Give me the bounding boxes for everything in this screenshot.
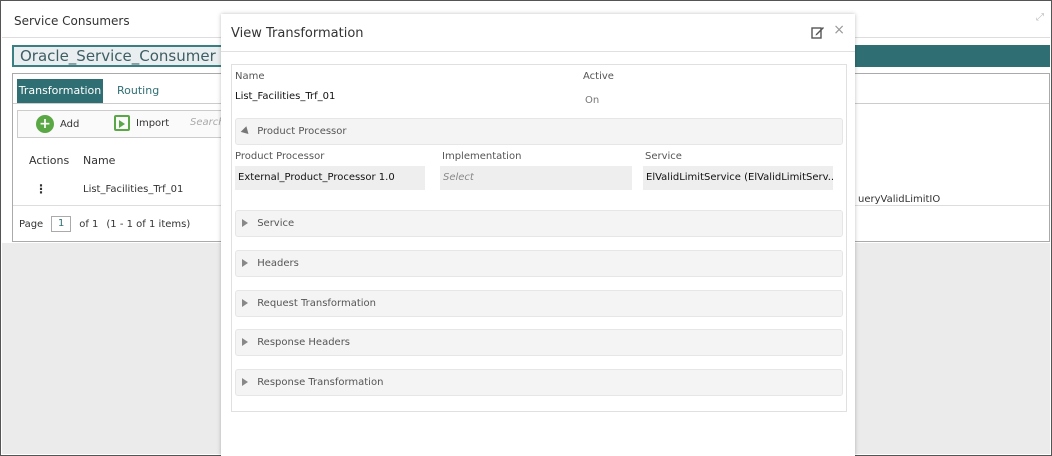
edit-icon[interactable] [811, 25, 825, 39]
import-button[interactable]: Import [114, 115, 169, 131]
toolbar: + Add Import Search [17, 110, 225, 138]
row-actions-menu-icon[interactable]: ⋮ [35, 182, 47, 196]
tab-transformation[interactable]: Transformation [17, 79, 103, 103]
import-icon [114, 115, 130, 131]
name-value: List_Facilities_Trf_01 [235, 91, 336, 102]
service-label: Service [645, 151, 682, 162]
table-row-extra: ueryValidLimitIO [858, 194, 941, 205]
implementation-label: Implementation [442, 151, 522, 162]
page-number-input[interactable]: 1 [51, 216, 72, 232]
breadcrumb[interactable]: Oracle_Service_Consumer [12, 45, 228, 67]
add-button[interactable]: + Add [36, 115, 79, 133]
import-label: Import [136, 117, 170, 129]
search-input[interactable]: Search [190, 117, 225, 128]
service-value: ElValidLimitService (ElValidLimitServ... [643, 166, 833, 190]
pager: Page 1 of 1 (1 - 1 of 1 items) [19, 216, 190, 232]
section-label: Request Transformation [257, 298, 377, 309]
tab-routing[interactable]: Routing [117, 84, 159, 97]
section-label: Response Transformation [257, 377, 384, 388]
collapsed-triangle-icon [242, 259, 248, 267]
section-label: Headers [257, 258, 299, 269]
column-header-name: Name [83, 154, 116, 167]
dialog-title: View Transformation [231, 26, 364, 41]
table-row-name: List_Facilities_Trf_01 [83, 184, 184, 195]
column-header-actions: Actions [29, 154, 70, 167]
view-transformation-dialog: View Transformation × Name List_Faciliti… [221, 14, 855, 456]
pager-of: of 1 [79, 218, 99, 230]
plus-icon: + [36, 115, 54, 133]
product-processor-value: External_Product_Processor 1.0 [235, 166, 425, 190]
collapsed-triangle-icon [242, 219, 248, 227]
pager-label: Page [19, 218, 44, 230]
section-label: Service [257, 218, 295, 229]
app-frame: Service Consumers ⤢ Oracle_Service_Consu… [0, 0, 1052, 456]
window-title: Service Consumers [14, 14, 130, 28]
implementation-select[interactable]: Select [440, 166, 632, 190]
pager-summary: (1 - 1 of 1 items) [106, 218, 191, 230]
section-request-transformation[interactable]: Request Transformation [235, 290, 843, 317]
section-response-transformation[interactable]: Response Transformation [235, 369, 843, 396]
collapsed-triangle-icon [242, 378, 248, 386]
expanded-triangle-icon [240, 125, 252, 137]
product-processor-label: Product Processor [235, 151, 325, 162]
section-label: Response Headers [257, 337, 351, 348]
section-response-headers[interactable]: Response Headers [235, 329, 843, 356]
collapsed-triangle-icon [242, 299, 248, 307]
resize-icon[interactable]: ⤢ [1036, 12, 1044, 23]
section-product-processor[interactable]: Product Processor [235, 118, 843, 145]
section-service[interactable]: Service [235, 210, 843, 237]
dialog-body: Name List_Facilities_Trf_01 Active On Pr… [231, 64, 847, 412]
active-label: Active [583, 71, 614, 82]
section-label: Product Processor [257, 126, 347, 137]
active-value: On [585, 95, 600, 106]
dialog-header: View Transformation × [221, 14, 855, 52]
close-icon[interactable]: × [833, 22, 845, 38]
collapsed-triangle-icon [242, 338, 248, 346]
section-headers[interactable]: Headers [235, 250, 843, 277]
add-label: Add [60, 118, 80, 130]
name-label: Name [235, 71, 265, 82]
